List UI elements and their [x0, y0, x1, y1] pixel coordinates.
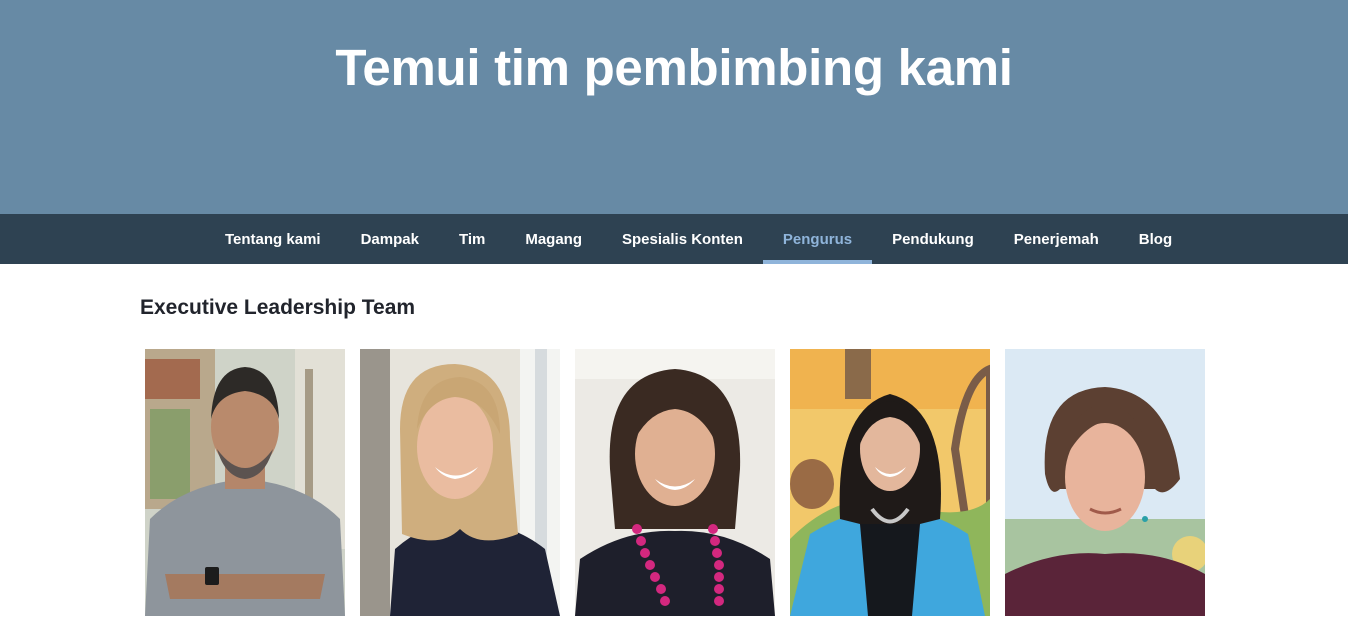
- tab-tentang-kami[interactable]: Tentang kami: [205, 214, 341, 264]
- leader-photo-2[interactable]: [360, 349, 560, 616]
- tab-magang[interactable]: Magang: [505, 214, 602, 264]
- tab-tim[interactable]: Tim: [439, 214, 505, 264]
- leader-photo-grid: [145, 349, 1205, 616]
- about-nav-bar: Tentang kami Dampak Tim Magang Spesialis…: [0, 214, 1348, 264]
- leader-photo-4[interactable]: [790, 349, 990, 616]
- nav-tabs: Tentang kami Dampak Tim Magang Spesialis…: [205, 214, 1192, 264]
- tab-dampak[interactable]: Dampak: [341, 214, 439, 264]
- hero-banner: Temui tim pembimbing kami: [0, 0, 1348, 214]
- tab-penerjemah[interactable]: Penerjemah: [994, 214, 1119, 264]
- leader-photo-3[interactable]: [575, 349, 775, 616]
- tab-pengurus[interactable]: Pengurus: [762, 214, 873, 264]
- tab-spesialis-konten[interactable]: Spesialis Konten: [602, 214, 763, 264]
- section-heading: Executive Leadership Team: [140, 296, 416, 319]
- leader-photo-5[interactable]: [1005, 349, 1205, 616]
- tab-blog[interactable]: Blog: [1119, 214, 1192, 264]
- leader-photo-1[interactable]: [145, 349, 345, 616]
- tab-pendukung[interactable]: Pendukung: [872, 214, 994, 264]
- page-title: Temui tim pembimbing kami: [335, 39, 1013, 96]
